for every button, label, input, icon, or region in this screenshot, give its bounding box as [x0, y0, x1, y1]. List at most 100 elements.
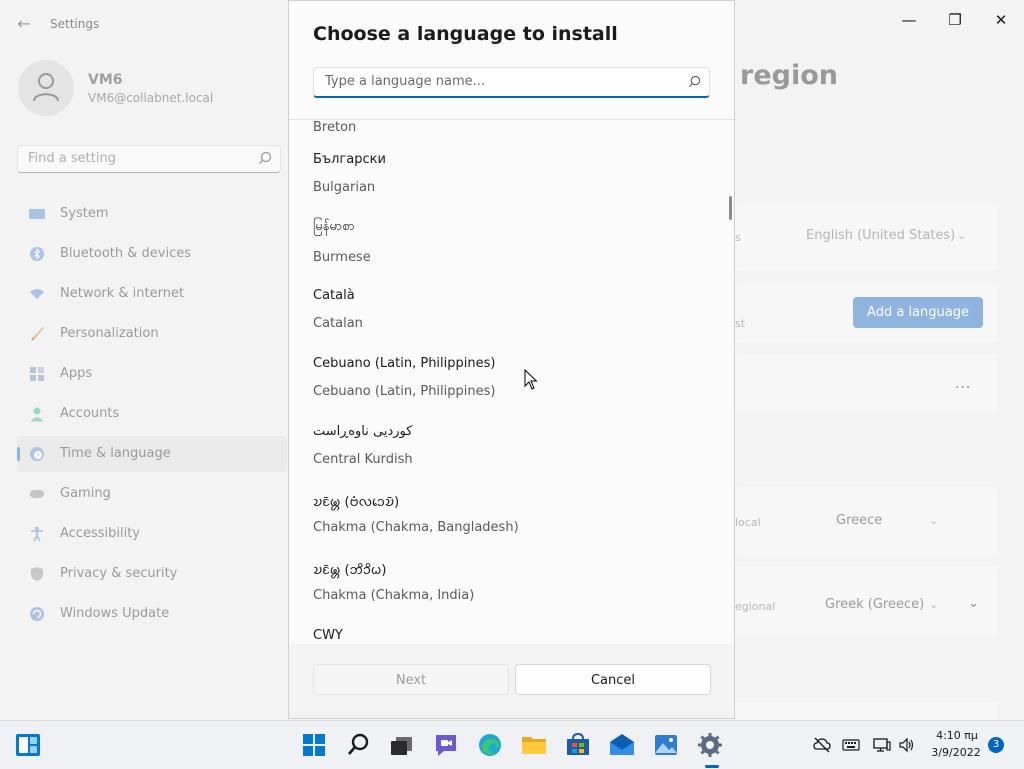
language-search-input[interactable] — [323, 73, 677, 90]
sidebar-item-network[interactable]: Network & internet — [17, 276, 287, 312]
sidebar-item-label: System — [60, 206, 109, 221]
sidebar-item-label: Network & internet — [60, 286, 185, 301]
more-options-icon[interactable]: ... — [955, 376, 971, 392]
language-native-name: کوردیی ناوەڕاست — [313, 424, 413, 439]
language-search-box[interactable] — [313, 67, 710, 98]
sidebar-item-system[interactable]: System — [17, 196, 287, 232]
clock-date[interactable]: 3/9/2022 — [926, 746, 986, 759]
start-icon[interactable] — [298, 729, 330, 761]
choose-language-dialog: Choose a language to install Breton Бълг… — [288, 0, 735, 719]
wifi-icon — [30, 289, 44, 299]
sidebar-item-label: Privacy & security — [60, 566, 178, 581]
card-label-fragment: local — [735, 516, 761, 529]
sidebar-item-bluetooth[interactable]: Bluetooth & devices — [17, 236, 287, 272]
settings-gear-icon[interactable] — [694, 729, 726, 761]
page-title: region — [740, 60, 838, 91]
maximize-button[interactable]: ❐ — [932, 4, 978, 36]
onedrive-offline-icon[interactable] — [813, 736, 831, 754]
list-item[interactable]: Català Catalan — [289, 288, 719, 356]
chat-icon[interactable] — [430, 729, 462, 761]
keyboard-icon[interactable] — [842, 736, 860, 754]
app-title: Settings — [50, 17, 100, 31]
language-native-name: Cebuano (Latin, Philippines) — [313, 356, 496, 371]
language-english-name: Chakma (Chakma, Bangladesh) — [313, 520, 519, 535]
sidebar-item-label: Accounts — [60, 406, 120, 421]
next-button[interactable]: Next — [313, 664, 509, 695]
list-item[interactable]: کوردیی ناوەڕاست Central Kurdish — [289, 424, 719, 492]
update-icon — [30, 607, 44, 621]
sidebar-item-accounts[interactable]: Accounts — [17, 396, 287, 432]
photos-icon[interactable] — [650, 729, 682, 761]
brush-icon — [31, 327, 44, 341]
sidebar-item-label: Apps — [60, 366, 93, 381]
language-native-name: Català — [313, 288, 355, 303]
language-english-name: Cebuano (Latin, Philippines) — [313, 384, 496, 399]
sidebar-nav: System Bluetooth & devices Network & int… — [17, 196, 287, 636]
sidebar-item-privacy[interactable]: Privacy & security — [17, 556, 287, 592]
person-icon — [33, 73, 59, 102]
volume-icon[interactable] — [898, 736, 916, 754]
chevron-down-icon: ⌄ — [929, 514, 939, 527]
mail-icon[interactable] — [606, 729, 638, 761]
widgets-icon[interactable] — [12, 729, 44, 761]
sidebar-item-label: Personalization — [60, 326, 159, 341]
sidebar-item-label: Gaming — [60, 486, 111, 501]
back-arrow-icon[interactable]: ← — [12, 12, 36, 36]
gamepad-icon — [30, 490, 44, 498]
language-english-name: Chakma (Chakma, India) — [313, 588, 475, 603]
notification-badge[interactable]: 3 — [988, 737, 1004, 753]
language-native-name: 𑄌𑄋𑄴𑄟𑄳𑄦 (𑄝𑄁𑄣𑄘𑄬𑄌𑄴) — [313, 495, 400, 510]
country-region-card: local Greece ⌄ — [735, 487, 998, 557]
add-language-button[interactable]: Add a language — [853, 297, 983, 328]
find-setting-input[interactable]: Find a setting — [17, 145, 281, 173]
user-name: VM6 — [88, 72, 123, 88]
country-select[interactable]: Greece — [836, 513, 882, 528]
clock-time[interactable]: 4:10 πμ — [930, 729, 984, 742]
sidebar-item-personalization[interactable]: Personalization — [17, 316, 287, 352]
search-icon — [688, 75, 701, 88]
list-item[interactable]: 𑄌𑄋𑄴𑄟𑄳𑄦 (𑄝𑄁𑄣𑄘𑄬𑄌𑄴) Chakma (Chakma, Banglad… — [289, 492, 719, 560]
accessibility-icon — [31, 526, 43, 542]
globe-clock-icon — [30, 447, 44, 461]
list-item[interactable]: Cebuano (Latin, Philippines) Cebuano (La… — [289, 356, 719, 424]
language-native-name: မြန်မာစာ — [313, 219, 355, 234]
chevron-down-icon: ⌄ — [957, 229, 967, 242]
card-label-fragment: egional — [735, 600, 776, 613]
sidebar-item-label: Windows Update — [60, 606, 170, 621]
language-native-name: Български — [313, 152, 386, 167]
file-explorer-icon[interactable] — [518, 729, 550, 761]
avatar — [18, 60, 74, 116]
edge-icon[interactable] — [474, 729, 506, 761]
list-item[interactable]: CWY — [289, 628, 719, 644]
windows-display-language-card: s English (United States) ⌄ — [735, 203, 998, 271]
list-item[interactable]: Български Bulgarian — [289, 152, 719, 220]
cancel-button[interactable]: Cancel — [515, 664, 711, 695]
taskbar: 4:10 πμ 3/9/2022 3 — [0, 720, 1024, 769]
store-icon[interactable] — [562, 729, 594, 761]
search-icon[interactable] — [342, 729, 374, 761]
sidebar-item-gaming[interactable]: Gaming — [17, 476, 287, 512]
expand-chevron-icon[interactable]: ⌄ — [968, 596, 979, 611]
display-language-select[interactable]: English (United States) — [806, 228, 955, 243]
sidebar-item-accessibility[interactable]: Accessibility — [17, 516, 287, 552]
person-icon — [30, 407, 44, 422]
sidebar-item-label: Time & language — [60, 446, 171, 461]
list-item[interactable]: မြန်မာစာ Burmese — [289, 219, 719, 288]
apps-icon — [30, 367, 44, 381]
sidebar-item-apps[interactable]: Apps — [17, 356, 287, 392]
dialog-title: Choose a language to install — [313, 23, 618, 45]
sidebar-item-windows-update[interactable]: Windows Update — [17, 596, 287, 632]
minimize-button[interactable]: — — [886, 4, 932, 36]
list-item[interactable]: 𑄌𑄋𑄴𑄟𑄳𑄦 (𑄃𑄨𑄘𑄨𑄠) Chakma (Chakma, India) — [289, 560, 719, 628]
language-english-name: Bulgarian — [313, 180, 376, 195]
regional-format-select[interactable]: Greek (Greece) — [825, 597, 924, 612]
sidebar-item-time-language[interactable]: Time & language — [17, 436, 287, 472]
sidebar-item-label: Bluetooth & devices — [60, 246, 191, 261]
list-scrollbar[interactable] — [729, 196, 732, 220]
card-label-fragment: st — [735, 317, 746, 330]
close-button[interactable]: ✕ — [978, 4, 1024, 36]
network-icon[interactable] — [873, 736, 891, 754]
language-english-name: Catalan — [313, 316, 363, 331]
shield-icon — [31, 567, 43, 581]
task-view-icon[interactable] — [386, 729, 418, 761]
